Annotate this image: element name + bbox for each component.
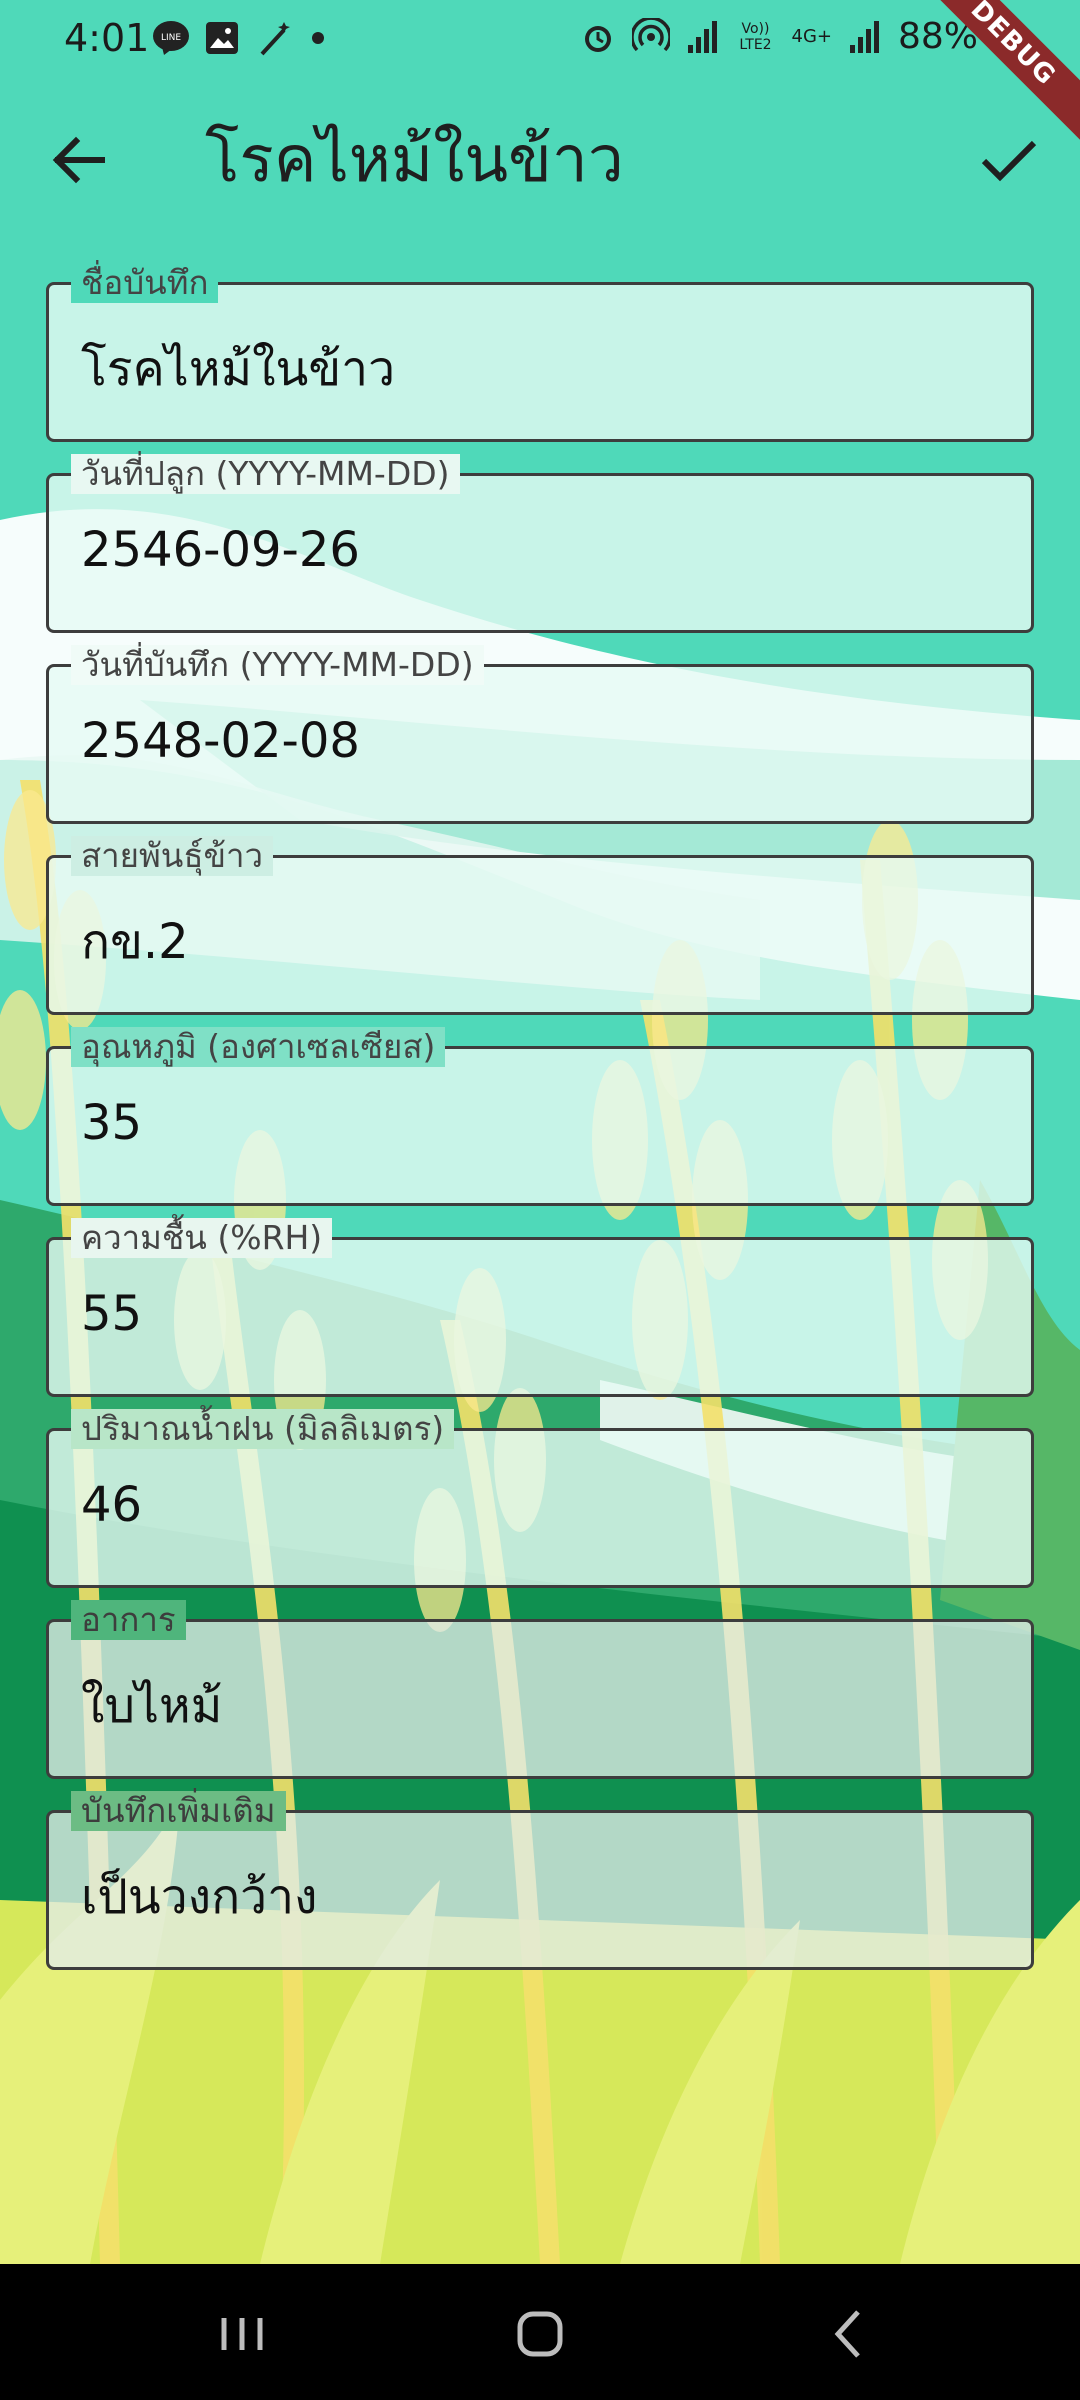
planting-date-field[interactable]: วันที่ปลูก (YYYY-MM-DD) 2546-09-26	[46, 454, 1034, 633]
home-icon[interactable]	[500, 2294, 580, 2374]
page-title: โรคไหม้ในข้าว	[205, 123, 624, 197]
magic-wand-icon	[260, 22, 290, 56]
record-date-value[interactable]: 2548-02-08	[81, 713, 360, 769]
rainfall-value[interactable]: 46	[81, 1477, 142, 1533]
notification-icons: LINE	[152, 18, 328, 58]
temperature-label: อุณหภูมิ (องศาเซลเซียส)	[71, 1027, 446, 1067]
rice-variety-label: สายพันธุ์ข้าว	[71, 836, 274, 876]
app-screen: 4:01 LINE Vo)) LTE2 4G+ 88% DEBUG โรคไหม…	[0, 0, 1080, 2264]
temperature-field[interactable]: อุณหภูมิ (องศาเซลเซียส) 35	[46, 1027, 1034, 1206]
recent-apps-icon[interactable]	[202, 2294, 282, 2374]
arrow-left-icon[interactable]	[44, 125, 114, 195]
symptom-value[interactable]: ใบไหม้	[81, 1668, 222, 1744]
note-value[interactable]: เป็นวงกว้าง	[81, 1859, 317, 1935]
signal-icon	[687, 20, 717, 53]
record-form: ชื่อบันทึก โรคไหม้ในข้าว วันที่ปลูก (YYY…	[46, 263, 1034, 2001]
temperature-value[interactable]: 35	[81, 1095, 142, 1151]
humidity-value[interactable]: 55	[81, 1286, 142, 1342]
system-status-icons: Vo)) LTE2 4G+ 88%	[580, 16, 1017, 57]
line-icon: LINE	[153, 21, 189, 55]
hotspot-icon	[631, 17, 670, 51]
rainfall-field[interactable]: ปริมาณน้ำฝน (มิลลิเมตร) 46	[46, 1409, 1034, 1588]
image-icon	[206, 22, 238, 54]
app-bar: โรคไหม้ในข้าว	[0, 110, 1080, 210]
record-name-label: ชื่อบันทึก	[71, 263, 219, 303]
navigation-bar	[0, 2264, 1080, 2400]
rainfall-label: ปริมาณน้ำฝน (มิลลิเมตร)	[71, 1409, 455, 1449]
symptom-field[interactable]: อาการ ใบไหม้	[46, 1600, 1034, 1779]
humidity-label: ความชื้น (%RH)	[71, 1218, 333, 1258]
record-date-label: วันที่บันทึก (YYYY-MM-DD)	[71, 645, 484, 685]
check-icon[interactable]	[974, 125, 1044, 195]
symptom-label: อาการ	[71, 1600, 186, 1640]
status-time: 4:01	[64, 16, 150, 60]
svg-text:LINE: LINE	[161, 33, 181, 43]
signal-icon-2	[849, 20, 879, 53]
dot-icon	[312, 32, 324, 44]
note-field[interactable]: บันทึกเพิ่มเติม เป็นวงกว้าง	[46, 1791, 1034, 1970]
humidity-field[interactable]: ความชื้น (%RH) 55	[46, 1218, 1034, 1397]
network-type-label: 4G+	[791, 26, 832, 47]
rice-variety-field[interactable]: สายพันธุ์ข้าว กข.2	[46, 836, 1034, 1015]
alarm-icon	[584, 25, 611, 52]
rice-variety-value[interactable]: กข.2	[81, 904, 189, 980]
note-label: บันทึกเพิ่มเติม	[71, 1791, 286, 1831]
record-date-field[interactable]: วันที่บันทึก (YYYY-MM-DD) 2548-02-08	[46, 645, 1034, 824]
planting-date-label: วันที่ปลูก (YYYY-MM-DD)	[71, 454, 460, 494]
planting-date-value[interactable]: 2546-09-26	[81, 522, 360, 578]
record-name-value[interactable]: โรคไหม้ในข้าว	[81, 331, 395, 407]
record-name-field[interactable]: ชื่อบันทึก โรคไหม้ในข้าว	[46, 263, 1034, 442]
volte-label: Vo)) LTE2	[739, 20, 772, 53]
status-bar: 4:01 LINE Vo)) LTE2 4G+ 88%	[0, 0, 1080, 80]
back-icon[interactable]	[808, 2294, 888, 2374]
